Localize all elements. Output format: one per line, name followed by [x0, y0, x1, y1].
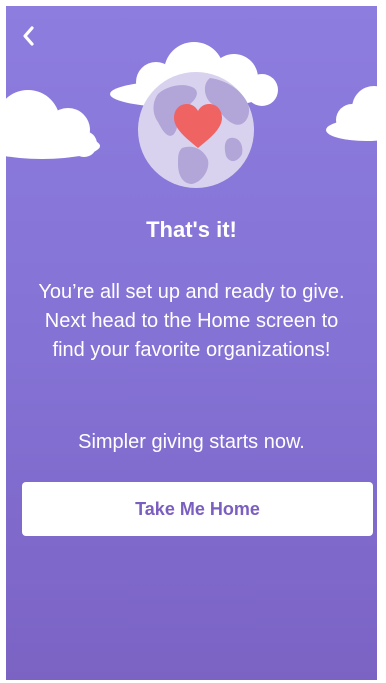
page-title: That's it! [146, 217, 237, 242]
tagline: Simpler giving starts now. [78, 431, 305, 453]
completion-screen: That's it! You’re all set up and ready t… [6, 6, 377, 680]
cloud-icon [326, 86, 377, 141]
take-me-home-button[interactable]: Take Me Home [22, 482, 373, 536]
cloud-icon [6, 90, 100, 159]
globe-illustration [6, 42, 377, 188]
confirmation-message: You’re all set up and ready to give. Nex… [38, 281, 345, 361]
